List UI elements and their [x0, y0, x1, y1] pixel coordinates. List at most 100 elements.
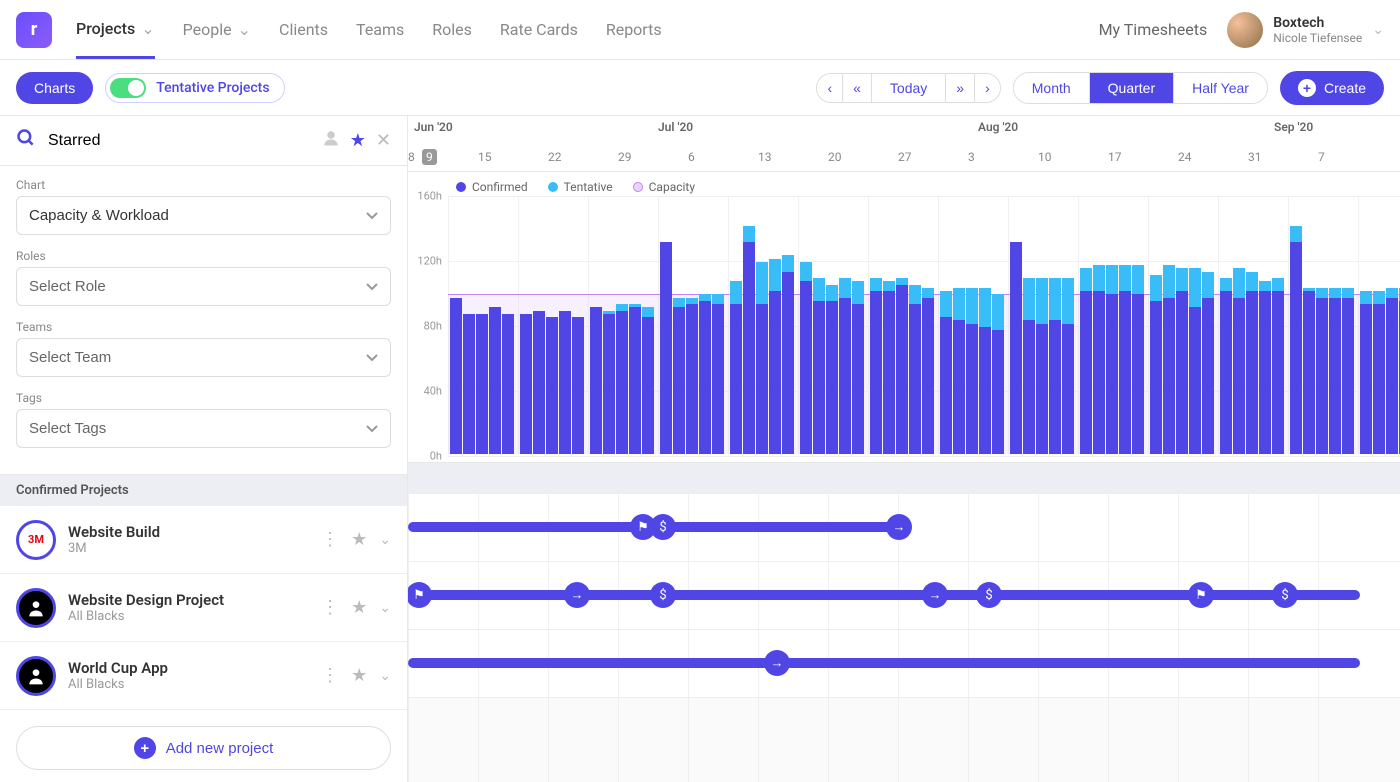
project-row[interactable]: Website Design Project All Blacks ⋮ ★ ⌄ [0, 574, 407, 642]
bar[interactable] [1176, 268, 1188, 453]
bar[interactable] [1290, 226, 1302, 454]
nav-item-clients[interactable]: Clients [279, 19, 328, 59]
bar[interactable] [502, 314, 514, 454]
bar[interactable] [1373, 291, 1385, 454]
tentative-toggle[interactable] [110, 78, 146, 98]
bar[interactable] [533, 311, 545, 454]
bar[interactable] [572, 317, 584, 454]
prev-month-button[interactable]: « [843, 74, 872, 102]
bar[interactable] [1010, 242, 1022, 453]
clear-search-icon[interactable]: ✕ [376, 130, 391, 151]
bar[interactable] [1360, 291, 1372, 454]
project-row[interactable]: 3M Website Build 3M ⋮ ★ ⌄ [0, 506, 407, 574]
view-month-button[interactable]: Month [1014, 73, 1090, 103]
filter-teams-select[interactable]: Select Team [16, 338, 391, 377]
bar[interactable] [1202, 272, 1214, 454]
more-icon[interactable]: ⋮ [321, 529, 339, 550]
person-filter-icon[interactable] [322, 129, 340, 152]
bar[interactable] [603, 311, 615, 454]
logo[interactable]: r [16, 12, 52, 48]
more-icon[interactable]: ⋮ [321, 597, 339, 618]
bar[interactable] [800, 262, 812, 454]
bar[interactable] [1163, 265, 1175, 454]
bar[interactable] [1036, 278, 1048, 454]
bar[interactable] [852, 281, 864, 453]
bar[interactable] [699, 294, 711, 453]
search-input[interactable] [48, 132, 310, 150]
bar[interactable] [1189, 268, 1201, 453]
view-quarter-button[interactable]: Quarter [1090, 73, 1174, 103]
bar[interactable] [730, 281, 742, 453]
bar[interactable] [909, 285, 921, 454]
bar[interactable] [660, 242, 672, 453]
bar[interactable] [743, 226, 755, 454]
bar[interactable] [1080, 268, 1092, 453]
bar[interactable] [1303, 288, 1315, 454]
filter-tags-select[interactable]: Select Tags [16, 409, 391, 448]
bar[interactable] [1272, 278, 1284, 454]
charts-button[interactable]: Charts [16, 72, 93, 104]
star-icon[interactable]: ★ [351, 529, 367, 550]
nav-item-roles[interactable]: Roles [432, 19, 472, 59]
milestone-icon[interactable]: → [564, 582, 590, 608]
bar[interactable] [673, 298, 685, 454]
bar[interactable] [1342, 288, 1354, 454]
project-row[interactable]: World Cup App All Blacks ⋮ ★ ⌄ [0, 642, 407, 710]
bar[interactable] [940, 291, 952, 454]
create-button[interactable]: + Create [1280, 71, 1384, 105]
bar[interactable] [642, 307, 654, 453]
chevron-down-icon[interactable]: ⌄ [379, 532, 391, 548]
bar[interactable] [476, 314, 488, 454]
bar[interactable] [1106, 265, 1118, 454]
more-icon[interactable]: ⋮ [321, 665, 339, 686]
bar[interactable] [992, 294, 1004, 453]
bar[interactable] [953, 288, 965, 454]
bar[interactable] [1220, 278, 1232, 454]
star-icon[interactable]: ★ [351, 597, 367, 618]
gantt-bar[interactable] [408, 658, 1360, 668]
milestone-icon[interactable]: → [886, 514, 912, 540]
bar[interactable] [546, 317, 558, 454]
star-filter-icon[interactable]: ★ [350, 130, 366, 151]
user-menu[interactable]: Boxtech Nicole Tiefensee ⌄ [1227, 12, 1384, 48]
bar[interactable] [1233, 268, 1245, 453]
bar[interactable] [896, 278, 908, 454]
bar[interactable] [813, 278, 825, 454]
milestone-icon[interactable]: ⚑ [1188, 582, 1214, 608]
bar[interactable] [782, 255, 794, 453]
bar[interactable] [616, 304, 628, 454]
chevron-down-icon[interactable]: ⌄ [379, 600, 391, 616]
view-half-year-button[interactable]: Half Year [1174, 73, 1267, 103]
bar[interactable] [839, 278, 851, 454]
milestone-icon[interactable]: $ [976, 582, 1002, 608]
milestone-icon[interactable]: → [764, 650, 790, 676]
bar[interactable] [1316, 288, 1328, 454]
bar[interactable] [590, 307, 602, 453]
bar[interactable] [1062, 278, 1074, 454]
bar[interactable] [712, 294, 724, 453]
nav-item-people[interactable]: People ⌄ [183, 19, 251, 59]
bar[interactable] [883, 281, 895, 453]
bar[interactable] [1150, 275, 1162, 454]
bar[interactable] [686, 298, 698, 454]
filter-roles-select[interactable]: Select Role [16, 267, 391, 306]
bar[interactable] [1259, 281, 1271, 453]
bar[interactable] [1119, 265, 1131, 454]
chevron-down-icon[interactable]: ⌄ [379, 668, 391, 684]
bar[interactable] [922, 288, 934, 454]
milestone-icon[interactable]: $ [650, 582, 676, 608]
bar[interactable] [1093, 265, 1105, 454]
bar[interactable] [489, 307, 501, 453]
bar[interactable] [769, 259, 781, 454]
nav-item-rate-cards[interactable]: Rate Cards [500, 19, 578, 59]
bar[interactable] [559, 311, 571, 454]
bar[interactable] [966, 288, 978, 454]
nav-item-reports[interactable]: Reports [606, 19, 662, 59]
bar[interactable] [756, 262, 768, 454]
bar[interactable] [826, 285, 838, 454]
today-button[interactable]: Today [872, 74, 946, 102]
my-timesheets-link[interactable]: My Timesheets [1099, 20, 1208, 39]
next-week-button[interactable]: › [975, 74, 1000, 102]
milestone-icon[interactable]: ⚑ [408, 582, 432, 608]
bar[interactable] [1329, 288, 1341, 454]
